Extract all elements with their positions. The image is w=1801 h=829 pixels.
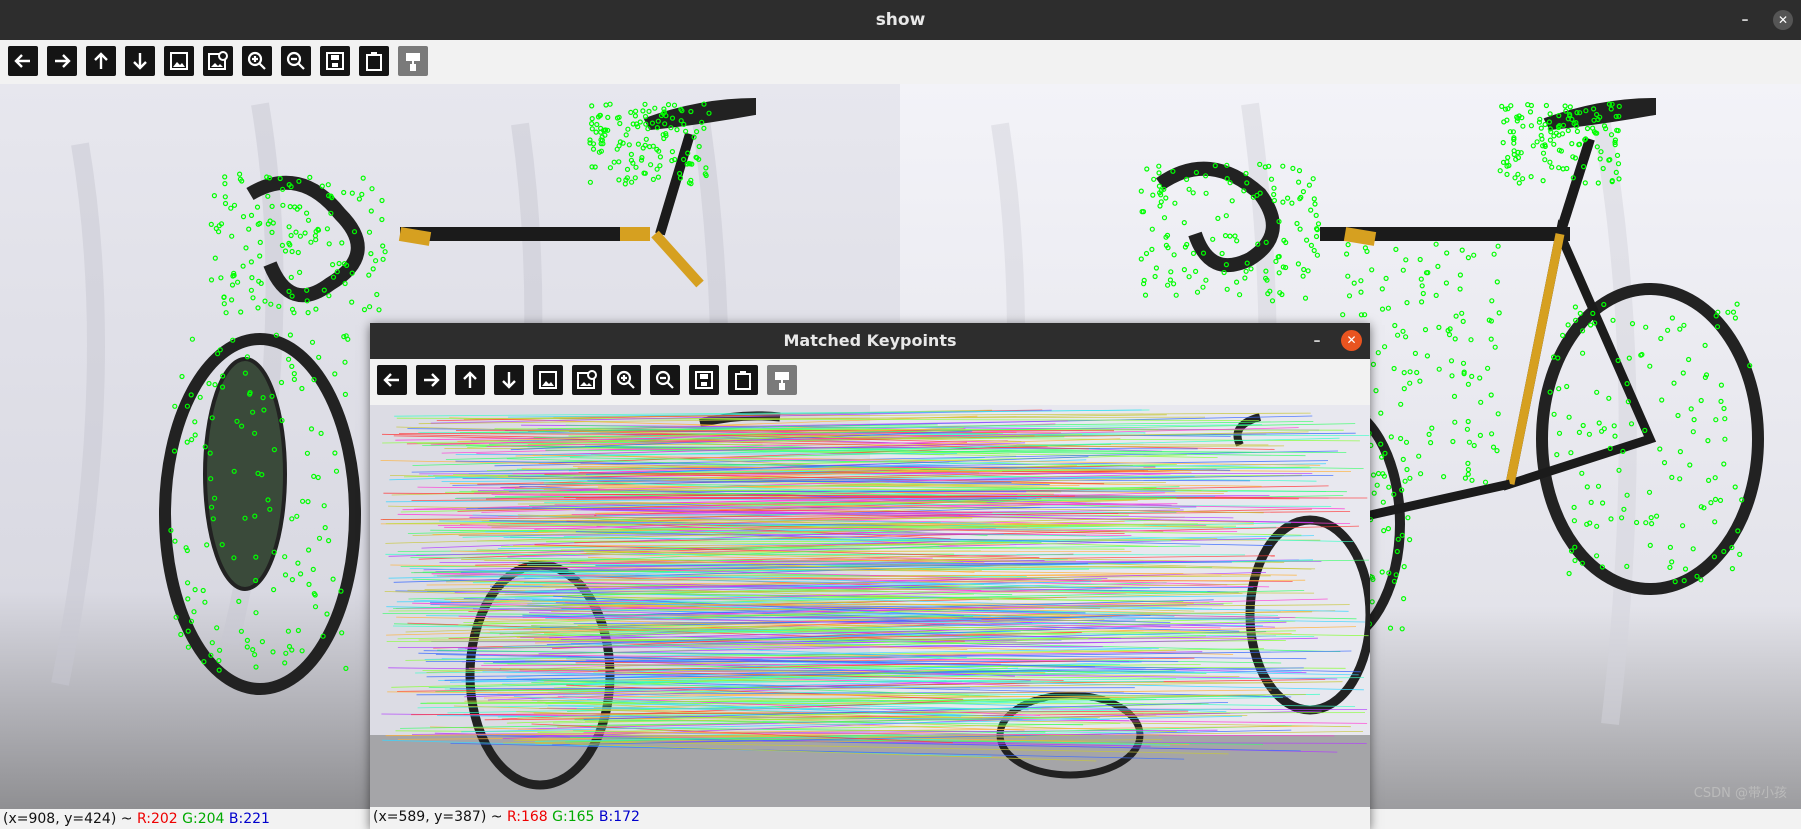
- clipboard-icon: [735, 371, 751, 390]
- zoom-original-button[interactable]: [164, 46, 194, 76]
- zoom-in-button[interactable]: [242, 46, 272, 76]
- zoom-in-icon: [247, 51, 266, 70]
- copy-clipboard-button[interactable]: [359, 46, 389, 76]
- image-icon: [539, 371, 557, 389]
- match-zoom-original-button[interactable]: [533, 365, 563, 395]
- match-properties-button[interactable]: [767, 365, 797, 395]
- match-minimize-button[interactable]: –: [1306, 323, 1328, 359]
- zoom-out-icon: [286, 51, 305, 70]
- match-window-title: Matched Keypoints: [783, 331, 957, 350]
- csdn-watermark: CSDN @带小孩: [1693, 786, 1787, 801]
- show-titlebar[interactable]: show – ✕: [0, 0, 1801, 40]
- match-status-g: G:165: [552, 809, 595, 825]
- clipboard-icon: [366, 52, 382, 71]
- save-icon: [695, 371, 713, 389]
- show-status-b: B:221: [228, 811, 270, 827]
- show-window-title: show: [875, 10, 926, 30]
- arrow-left-icon: [14, 54, 30, 68]
- image-search-icon: [208, 51, 228, 70]
- match-status-r: R:168: [506, 809, 548, 825]
- zoom-fit-button[interactable]: [203, 46, 233, 76]
- match-status-b: B:172: [598, 809, 640, 825]
- arrow-down-icon: [133, 53, 147, 70]
- match-titlebar[interactable]: Matched Keypoints – ✕: [370, 323, 1370, 359]
- match-pan-up-button[interactable]: [455, 365, 485, 395]
- image-icon: [170, 52, 188, 70]
- paint-roller-icon: [406, 53, 420, 71]
- zoom-in-icon: [616, 370, 635, 389]
- match-image-canvas[interactable]: [370, 405, 1370, 807]
- arrow-up-icon: [463, 371, 477, 388]
- match-close-button[interactable]: ✕: [1341, 330, 1362, 351]
- arrow-down-icon: [502, 372, 516, 389]
- minimize-button[interactable]: –: [1733, 0, 1757, 40]
- match-save-button[interactable]: [689, 365, 719, 395]
- match-pan-right-button[interactable]: [416, 365, 446, 395]
- image-search-icon: [577, 370, 597, 389]
- match-status-bar: (x=589, y=387) ~ R:168 G:165 B:172: [370, 807, 1370, 829]
- properties-button[interactable]: [398, 46, 428, 76]
- arrow-left-icon: [383, 373, 399, 387]
- match-pan-left-button[interactable]: [377, 365, 407, 395]
- arrow-right-icon: [55, 54, 71, 68]
- paint-roller-icon: [775, 372, 789, 390]
- arrow-right-icon: [424, 373, 440, 387]
- save-icon: [326, 52, 344, 70]
- matches-image: [370, 405, 1370, 807]
- match-copy-clipboard-button[interactable]: [728, 365, 758, 395]
- pan-down-button[interactable]: [125, 46, 155, 76]
- show-toolbar: [0, 40, 1801, 84]
- match-zoom-out-button[interactable]: [650, 365, 680, 395]
- show-status-r: R:202: [136, 811, 178, 827]
- matched-keypoints-window: Matched Keypoints – ✕ (x=589, y=387) ~ R…: [370, 323, 1370, 829]
- pan-right-button[interactable]: [47, 46, 77, 76]
- match-toolbar: [370, 359, 1370, 403]
- show-status-g: G:204: [182, 811, 225, 827]
- pan-up-button[interactable]: [86, 46, 116, 76]
- match-zoom-fit-button[interactable]: [572, 365, 602, 395]
- match-pan-down-button[interactable]: [494, 365, 524, 395]
- zoom-out-icon: [655, 370, 674, 389]
- pan-left-button[interactable]: [8, 46, 38, 76]
- zoom-out-button[interactable]: [281, 46, 311, 76]
- close-button[interactable]: ✕: [1773, 10, 1793, 30]
- match-zoom-in-button[interactable]: [611, 365, 641, 395]
- show-status-coords: (x=908, y=424) ~: [3, 811, 137, 827]
- match-status-coords: (x=589, y=387) ~: [373, 809, 507, 825]
- save-button[interactable]: [320, 46, 350, 76]
- arrow-up-icon: [94, 52, 108, 69]
